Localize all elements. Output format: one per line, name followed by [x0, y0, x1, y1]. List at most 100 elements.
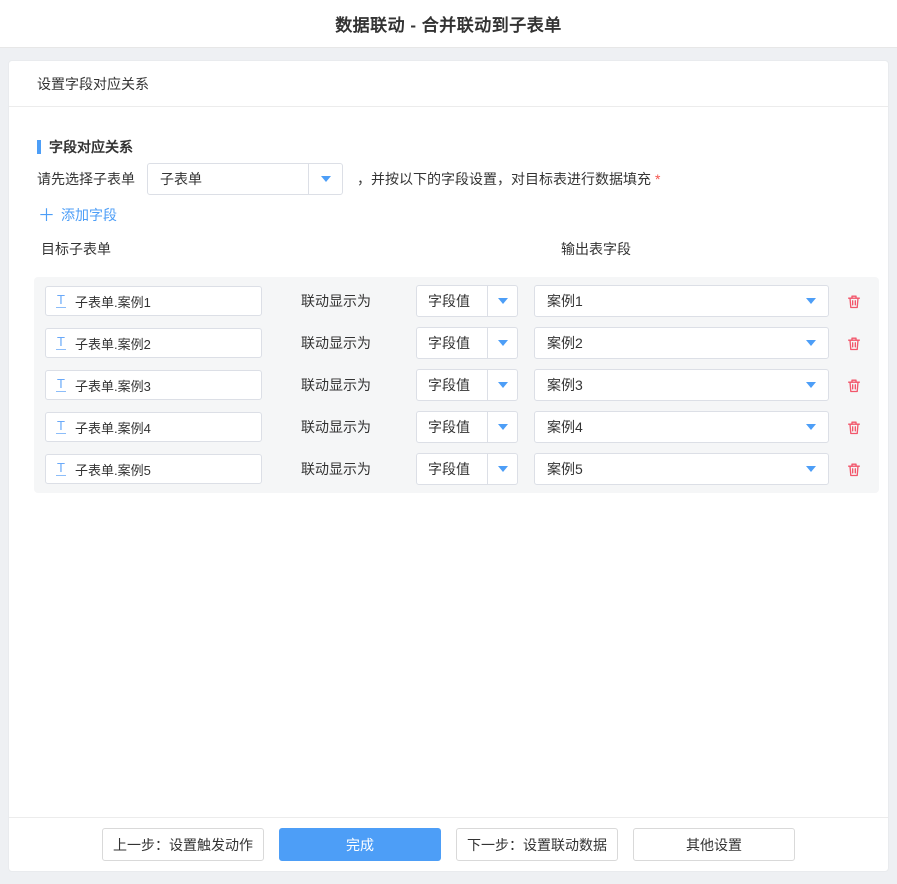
output-field-select[interactable]: 案例3 [534, 369, 829, 401]
link-display-label: 联动显示为 [301, 291, 371, 311]
display-mode-select[interactable]: 字段值 [416, 369, 518, 401]
add-field-row: ＋ 添加字段 [38, 205, 888, 225]
output-field-select[interactable]: 案例4 [534, 411, 829, 443]
text-field-icon [56, 462, 66, 476]
chevron-down-icon [498, 340, 508, 346]
display-mode-value: 字段值 [417, 417, 487, 437]
chevron-down-icon [498, 424, 508, 430]
target-field-value: 子表单.案例4 [75, 418, 151, 437]
table-row: 子表单.案例4 联动显示为 字段值 案例4 [45, 412, 879, 442]
display-mode-arrow-box[interactable] [487, 412, 517, 442]
display-mode-select[interactable]: 字段值 [416, 411, 518, 443]
table-row: 子表单.案例1 联动显示为 字段值 案例1 [45, 286, 879, 316]
output-field-select[interactable]: 案例2 [534, 327, 829, 359]
display-mode-value: 字段值 [417, 375, 487, 395]
trash-icon [846, 293, 862, 310]
target-field-input[interactable]: 子表单.案例2 [45, 328, 262, 358]
prev-step-button[interactable]: 上一步：设置触发动作 [102, 828, 264, 861]
panel-header: 设置字段对应关系 [9, 61, 888, 107]
output-field-value: 案例5 [535, 459, 794, 479]
section-accent-bar [37, 140, 41, 154]
subform-select-row: 请先选择子表单 子表单 ，并按以下的字段设置，对目标表进行数据填充 * [37, 163, 888, 195]
delete-row-button[interactable] [844, 291, 864, 311]
display-mode-value: 字段值 [417, 459, 487, 479]
settings-panel: 设置字段对应关系 字段对应关系 请先选择子表单 子表单 ，并按以下的字段设置，对… [8, 60, 889, 872]
target-field-value: 子表单.案例3 [75, 376, 151, 395]
next-step-button[interactable]: 下一步：设置联动数据 [456, 828, 618, 861]
target-field-input[interactable]: 子表单.案例5 [45, 454, 262, 484]
chevron-down-icon [806, 298, 816, 304]
text-field-icon [56, 294, 66, 308]
display-mode-value: 字段值 [417, 333, 487, 353]
display-mode-select[interactable]: 字段值 [416, 327, 518, 359]
target-field-value: 子表单.案例5 [75, 460, 151, 479]
table-row: 子表单.案例2 联动显示为 字段值 案例2 [45, 328, 879, 358]
subform-select-label: 请先选择子表单 [37, 169, 135, 189]
chevron-down-icon [498, 382, 508, 388]
display-mode-arrow-box[interactable] [487, 286, 517, 316]
output-field-arrow-box[interactable] [794, 454, 828, 484]
column-header-target: 目标子表单 [41, 239, 111, 259]
output-field-value: 案例3 [535, 375, 794, 395]
link-display-label: 联动显示为 [301, 375, 371, 395]
add-field-label: 添加字段 [61, 205, 117, 225]
section-title: 字段对应关系 [49, 137, 133, 157]
output-field-arrow-box[interactable] [794, 370, 828, 400]
output-field-arrow-box[interactable] [794, 286, 828, 316]
display-mode-arrow-box[interactable] [487, 370, 517, 400]
table-row: 子表单.案例5 联动显示为 字段值 案例5 [45, 454, 879, 484]
display-mode-value: 字段值 [417, 291, 487, 311]
target-field-value: 子表单.案例1 [75, 292, 151, 311]
required-asterisk: * [655, 171, 660, 187]
footer-actions: 上一步：设置触发动作 完成 下一步：设置联动数据 其他设置 [9, 817, 888, 871]
other-settings-button[interactable]: 其他设置 [633, 828, 795, 861]
target-field-input[interactable]: 子表单.案例4 [45, 412, 262, 442]
delete-row-button[interactable] [844, 417, 864, 437]
display-mode-arrow-box[interactable] [487, 328, 517, 358]
delete-row-button[interactable] [844, 375, 864, 395]
target-field-input[interactable]: 子表单.案例3 [45, 370, 262, 400]
link-display-label: 联动显示为 [301, 459, 371, 479]
output-field-arrow-box[interactable] [794, 412, 828, 442]
trash-icon [846, 335, 862, 352]
chevron-down-icon [498, 466, 508, 472]
output-field-value: 案例1 [535, 291, 794, 311]
delete-row-button[interactable] [844, 459, 864, 479]
delete-row-button[interactable] [844, 333, 864, 353]
trash-icon [846, 377, 862, 394]
output-field-arrow-box[interactable] [794, 328, 828, 358]
output-field-select[interactable]: 案例1 [534, 285, 829, 317]
title-bar: 数据联动 - 合并联动到子表单 [0, 0, 897, 48]
link-display-label: 联动显示为 [301, 417, 371, 437]
chevron-down-icon [321, 176, 331, 182]
field-mapping-list: 子表单.案例1 联动显示为 字段值 案例1 子表单.案例2 联动显示为 字段值 [34, 277, 879, 493]
text-field-icon [56, 378, 66, 392]
target-field-input[interactable]: 子表单.案例1 [45, 286, 262, 316]
chevron-down-icon [806, 424, 816, 430]
chevron-down-icon [806, 382, 816, 388]
link-display-label: 联动显示为 [301, 333, 371, 353]
chevron-down-icon [498, 298, 508, 304]
text-field-icon [56, 420, 66, 434]
fill-hint-text: ，并按以下的字段设置，对目标表进行数据填充 [357, 169, 651, 189]
plus-icon: ＋ [38, 207, 55, 224]
display-mode-select[interactable]: 字段值 [416, 285, 518, 317]
output-field-select[interactable]: 案例5 [534, 453, 829, 485]
section-title-row: 字段对应关系 [37, 137, 888, 157]
column-headers: 目标子表单 输出表字段 [9, 239, 888, 255]
target-field-value: 子表单.案例2 [75, 334, 151, 353]
output-field-value: 案例4 [535, 417, 794, 437]
display-mode-select[interactable]: 字段值 [416, 453, 518, 485]
trash-icon [846, 419, 862, 436]
display-mode-arrow-box[interactable] [487, 454, 517, 484]
text-field-icon [56, 336, 66, 350]
trash-icon [846, 461, 862, 478]
panel-header-title: 设置字段对应关系 [37, 74, 149, 94]
output-field-value: 案例2 [535, 333, 794, 353]
column-header-output: 输出表字段 [561, 239, 631, 259]
finish-button[interactable]: 完成 [279, 828, 441, 861]
subform-select[interactable]: 子表单 [147, 163, 343, 195]
subform-select-arrow-box[interactable] [308, 164, 342, 194]
add-field-button[interactable]: ＋ 添加字段 [38, 205, 117, 225]
chevron-down-icon [806, 466, 816, 472]
